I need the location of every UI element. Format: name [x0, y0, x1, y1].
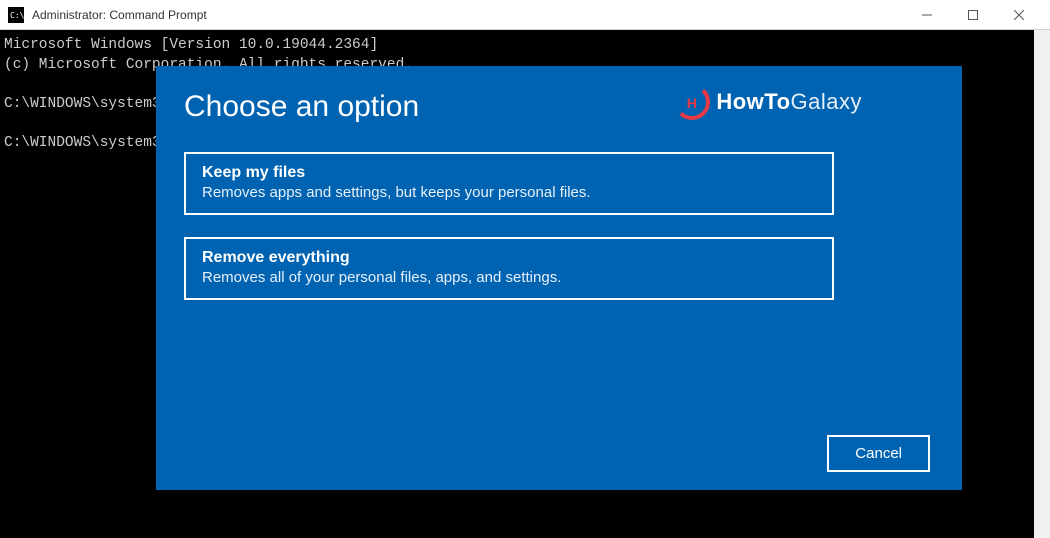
svg-text:H: H: [687, 95, 698, 111]
reset-dialog: Choose an option Keep my files Removes a…: [156, 66, 962, 490]
vertical-scrollbar[interactable]: [1034, 30, 1050, 538]
console-line: Microsoft Windows [Version 10.0.19044.23…: [4, 37, 378, 53]
dialog-footer: Cancel: [827, 435, 930, 472]
maximize-button[interactable]: [950, 0, 996, 30]
window-controls: [904, 0, 1042, 30]
option-remove-everything[interactable]: Remove everything Removes all of your pe…: [184, 237, 834, 300]
option-title: Keep my files: [202, 164, 816, 182]
minimize-button[interactable]: [904, 0, 950, 30]
close-button[interactable]: [996, 0, 1042, 30]
window-title: Administrator: Command Prompt: [32, 8, 904, 22]
option-title: Remove everything: [202, 249, 816, 267]
cmd-icon: C:\: [8, 7, 24, 23]
watermark-icon: H: [674, 84, 710, 120]
console-line: C:\WINDOWS\system3: [4, 96, 161, 112]
option-desc: Removes apps and settings, but keeps you…: [202, 184, 816, 201]
window-titlebar: C:\ Administrator: Command Prompt: [0, 0, 1050, 30]
watermark-text: HowToGalaxy: [716, 89, 862, 115]
svg-text:C:\: C:\: [10, 11, 24, 20]
cancel-button[interactable]: Cancel: [827, 435, 930, 472]
option-desc: Removes all of your personal files, apps…: [202, 269, 816, 286]
console-line: C:\WINDOWS\system3: [4, 135, 161, 151]
option-keep-files[interactable]: Keep my files Removes apps and settings,…: [184, 152, 834, 215]
watermark-logo: H HowToGalaxy: [674, 84, 862, 120]
